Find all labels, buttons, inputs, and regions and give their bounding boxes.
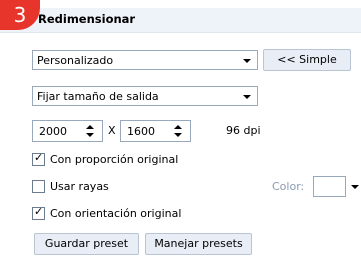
- stepper-down-icon[interactable]: [174, 133, 182, 137]
- chevron-down-icon[interactable]: [351, 185, 359, 189]
- height-value: 1600: [127, 125, 155, 138]
- check-icon: ✓: [34, 151, 44, 164]
- save-preset-button[interactable]: Guardar preset: [34, 233, 139, 255]
- keep-ratio-label: Con proporción original: [50, 153, 179, 166]
- stepper-down-icon[interactable]: [86, 133, 94, 137]
- mode-select-value: Personalizado: [37, 54, 114, 67]
- size-select-value: Fijar tamaño de salida: [37, 90, 159, 103]
- chevron-down-icon: [243, 95, 251, 99]
- size-select[interactable]: Fijar tamaño de salida: [32, 86, 258, 106]
- simple-button[interactable]: << Simple: [263, 49, 351, 71]
- stepper-up-icon[interactable]: [174, 125, 182, 129]
- use-stripes-label: Usar rayas: [50, 180, 109, 193]
- keep-orientation-label: Con orientación original: [50, 207, 182, 220]
- dpi-label: 96 dpi: [226, 124, 261, 137]
- stepper-up-icon[interactable]: [86, 125, 94, 129]
- keep-ratio-checkbox[interactable]: ✓: [32, 151, 45, 166]
- color-label: Color:: [272, 180, 305, 193]
- manage-presets-button[interactable]: Manejar presets: [145, 233, 252, 255]
- keep-orientation-checkbox[interactable]: ✓: [32, 205, 45, 220]
- width-stepper[interactable]: 2000: [32, 120, 103, 142]
- height-stepper[interactable]: 1600: [120, 120, 191, 142]
- use-stripes-checkbox[interactable]: [32, 180, 45, 193]
- color-swatch[interactable]: [313, 176, 346, 197]
- chevron-down-icon: [243, 59, 251, 63]
- dimension-separator: X: [108, 124, 116, 137]
- section-title: Redimensionar: [38, 12, 136, 26]
- width-value: 2000: [39, 125, 67, 138]
- mode-select[interactable]: Personalizado: [32, 50, 258, 70]
- check-icon: ✓: [34, 205, 44, 218]
- section-header: Redimensionar: [0, 8, 361, 33]
